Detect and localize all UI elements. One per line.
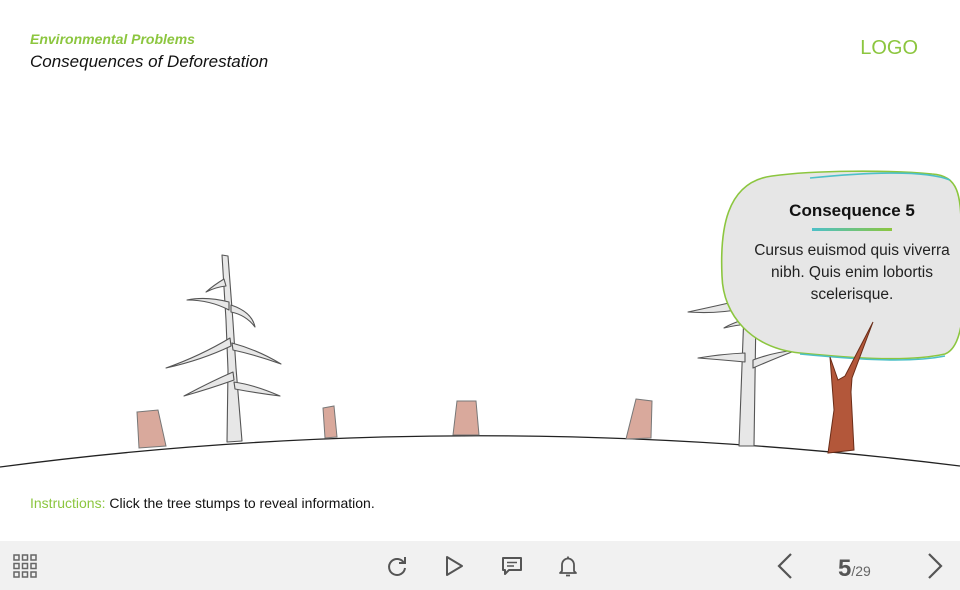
page-indicator: 5/29 (838, 555, 871, 583)
prev-icon[interactable] (768, 541, 802, 590)
tree-stump[interactable] (136, 409, 167, 449)
menu-grid-icon[interactable] (6, 541, 44, 590)
next-icon[interactable] (918, 541, 952, 590)
replay-icon[interactable] (380, 541, 414, 590)
instructions-text: Click the tree stumps to reveal informat… (109, 495, 375, 511)
callout-title: Consequence 5 (789, 201, 915, 220)
player-toolbar (0, 541, 960, 590)
tree-stump[interactable] (625, 398, 653, 440)
instructions-label: Instructions: (30, 495, 106, 511)
dead-tree-left (165, 254, 282, 443)
tree-stump[interactable] (452, 400, 480, 436)
comment-icon[interactable] (495, 541, 529, 590)
total-pages: /29 (851, 563, 871, 579)
callout-content: Consequence 5 Cursus euismod quis viverr… (742, 201, 960, 306)
callout-body: Cursus euismod quis viverra nibh. Quis e… (754, 242, 950, 303)
instructions: Instructions: Click the tree stumps to r… (30, 495, 375, 511)
tree-stump[interactable] (322, 405, 338, 439)
callout-divider (812, 228, 892, 231)
bell-icon[interactable] (551, 541, 585, 590)
current-page: 5 (838, 555, 852, 582)
play-icon[interactable] (437, 541, 471, 590)
